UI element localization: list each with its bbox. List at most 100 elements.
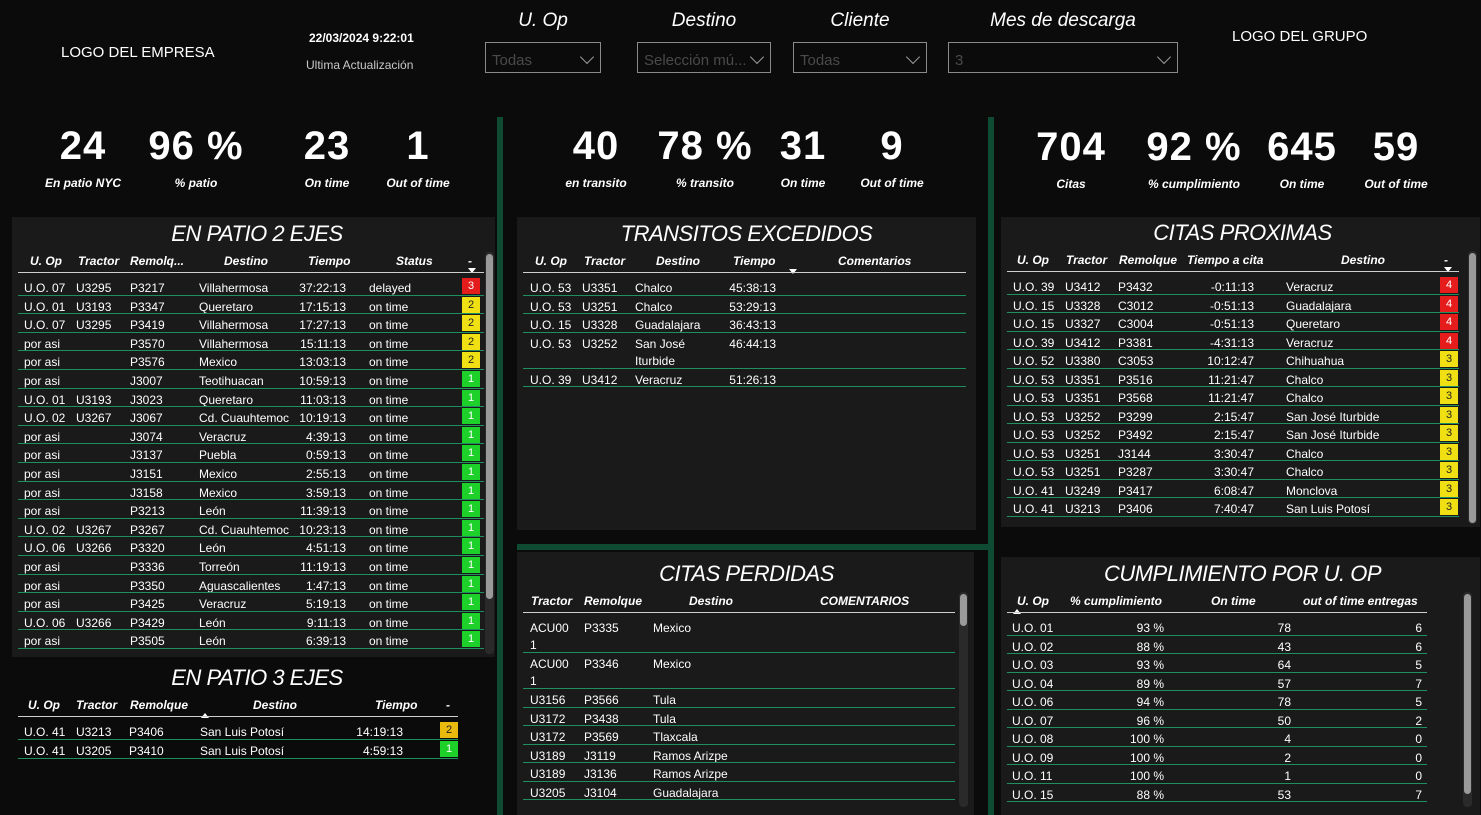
table-row[interactable]: U.O. 41 U3205 P3410 San Luis Potosí 4:59:13 1 xyxy=(18,740,458,759)
table-row[interactable]: por asi J3007 Teotihuacan 10:59:13 on time 1 xyxy=(18,370,484,389)
filter-destino-dropdown[interactable]: Selección mú... xyxy=(637,42,771,73)
table-row[interactable]: por asi P3576 Mexico 13:03:13 on time 2 xyxy=(18,351,484,370)
table-row[interactable]: U.O. 01 U3193 J3023 Queretaro 11:03:13 on tim… xyxy=(18,389,484,408)
column-header[interactable]: Destino xyxy=(689,594,733,608)
column-header[interactable]: - xyxy=(468,254,472,268)
table-row[interactable]: U3205 J3104 Guadalajara xyxy=(523,782,955,800)
column-header[interactable]: Tractor xyxy=(584,254,625,268)
table-row[interactable]: U3156 P3566 Tula xyxy=(523,689,955,708)
table-row[interactable]: U.O. 53 U3351 Chalco 45:38:13 xyxy=(523,277,966,296)
table-row[interactable]: U3172 P3569 Tlaxcala xyxy=(523,726,955,745)
table-row[interactable]: U.O. 15 U3327 C3004 -0:51:13 Queretaro 4 xyxy=(1007,313,1459,332)
column-header[interactable]: Remolque xyxy=(584,594,642,608)
column-header[interactable]: Tractor xyxy=(76,698,117,712)
table-row[interactable]: U.O. 53 U3251 P3287 3:30:47 Chalco 3 xyxy=(1007,461,1459,480)
table-row[interactable]: U.O. 03 93 % 64 5 xyxy=(1007,654,1427,673)
scrollbar-thumb[interactable] xyxy=(1464,594,1471,794)
table-row[interactable]: ACU00 1 P3335 Mexico xyxy=(523,617,955,653)
scrollbar-cumplimiento[interactable] xyxy=(1463,592,1472,807)
table-row[interactable]: U.O. 39 U3412 P3381 -4:31:13 Veracruz 4 xyxy=(1007,332,1459,350)
column-header[interactable]: Status xyxy=(396,254,433,268)
table-row[interactable]: U.O. 53 U3351 P3568 11:21:47 Chalco 3 xyxy=(1007,387,1459,406)
table-row[interactable]: U.O. 53 U3252 P3492 2:15:47 San José Iturbid… xyxy=(1007,424,1459,443)
table-row[interactable]: U.O. 41 U3213 P3406 San Luis Potosí 14:19:13… xyxy=(18,721,458,740)
column-header[interactable]: Tractor xyxy=(531,594,572,608)
column-header[interactable]: out of time entregas xyxy=(1303,594,1418,608)
scrollbar-citas-proximas[interactable] xyxy=(1468,251,1477,524)
column-header[interactable]: Tiempo xyxy=(733,254,775,268)
column-header[interactable]: Remolque xyxy=(1119,253,1177,267)
filter-uop-dropdown[interactable]: Todas xyxy=(485,42,601,73)
table-row[interactable]: por asi P3213 León 11:39:13 on time 1 xyxy=(18,500,484,519)
table-row[interactable]: por asi P3570 Villahermosa 15:11:13 on time 2 xyxy=(18,333,484,352)
column-header[interactable]: Destino xyxy=(1341,253,1385,267)
column-header[interactable]: U. Op xyxy=(30,254,62,268)
table-row[interactable]: U.O. 08 100 % 4 0 xyxy=(1007,728,1427,747)
scrollbar-thumb[interactable] xyxy=(960,594,967,626)
table-row[interactable]: por asi J3151 Mexico 2:55:13 on time 1 xyxy=(18,463,484,482)
column-header[interactable]: COMENTARIOS xyxy=(820,594,909,608)
table-row[interactable]: U.O. 06 94 % 78 5 xyxy=(1007,691,1427,710)
table-row[interactable]: U.O. 01 93 % 78 6 xyxy=(1007,617,1427,636)
table-row[interactable]: ACU00 1 P3346 Mexico xyxy=(523,653,955,689)
column-header[interactable]: Destino xyxy=(224,254,268,268)
table-row[interactable]: U.O. 39 U3412 Veracruz 51:26:13 xyxy=(523,369,966,387)
table-row[interactable]: U.O. 41 U3213 P3406 7:40:47 San Luis Potosí 3 xyxy=(1007,498,1459,517)
table-row[interactable]: U.O. 41 U3249 P3417 6:08:47 Monclova 3 xyxy=(1007,480,1459,498)
table-row[interactable]: U.O. 15 U3328 Guadalajara 36:43:13 xyxy=(523,314,966,333)
table-row[interactable]: U.O. 02 88 % 43 6 xyxy=(1007,636,1427,654)
table-row[interactable]: U.O. 09 100 % 2 0 xyxy=(1007,747,1427,765)
table-row[interactable]: U.O. 07 96 % 50 2 xyxy=(1007,710,1427,728)
column-header[interactable]: Destino xyxy=(656,254,700,268)
table-row[interactable]: U.O. 04 89 % 57 7 xyxy=(1007,673,1427,691)
column-header[interactable]: U. Op xyxy=(1017,594,1049,608)
column-header[interactable]: Comentarios xyxy=(838,254,911,268)
table-row[interactable]: por asi J3137 Puebla 0:59:13 on time 1 xyxy=(18,444,484,463)
scrollbar-citas-perdidas[interactable] xyxy=(959,592,968,807)
table-row[interactable]: U.O. 15 88 % 53 7 xyxy=(1007,784,1427,802)
table-row[interactable]: U3172 P3438 Tula xyxy=(523,708,955,726)
table-row[interactable]: U3189 J3136 Ramos Arizpe xyxy=(523,763,955,782)
scrollbar-thumb[interactable] xyxy=(1469,253,1476,523)
table-row[interactable]: por asi P3505 León 6:39:13 on time 1 xyxy=(18,630,484,649)
table-row[interactable]: por asi J3074 Veracruz 4:39:13 on time 1 xyxy=(18,426,484,445)
column-header[interactable]: Tiempo a cita xyxy=(1187,253,1263,267)
table-row[interactable]: U.O. 39 U3412 P3432 -0:11:13 Veracruz 4 xyxy=(1007,276,1459,295)
column-header[interactable]: U. Op xyxy=(28,698,60,712)
column-header[interactable]: - xyxy=(446,698,450,712)
table-row[interactable]: por asi P3350 Aguascalientes 1:47:13 on time… xyxy=(18,575,484,594)
column-header[interactable]: - xyxy=(1444,253,1448,267)
filter-cliente-dropdown[interactable]: Todas xyxy=(793,42,927,73)
table-row[interactable]: por asi J3158 Mexico 3:59:13 on time 1 xyxy=(18,482,484,501)
table-row[interactable]: U.O. 06 U3266 P3320 León 4:51:13 on time 1 xyxy=(18,537,484,556)
filter-mes-dropdown[interactable]: 3 xyxy=(948,42,1178,73)
table-row[interactable]: por asi P3336 Torreón 11:19:13 on time 1 xyxy=(18,556,484,575)
table-row[interactable]: U.O. 01 U3193 P3347 Queretaro 17:15:13 on tim… xyxy=(18,296,484,315)
column-header[interactable]: Tractor xyxy=(1066,253,1107,267)
table-row[interactable]: U.O. 07 U3295 P3217 Villahermosa 37:22:13 del… xyxy=(18,277,484,296)
column-header[interactable]: Tiempo xyxy=(308,254,350,268)
column-header[interactable]: U. Op xyxy=(1017,253,1049,267)
table-row[interactable]: U.O. 06 U3266 P3429 León 9:11:13 on time 1 xyxy=(18,612,484,631)
column-header[interactable]: Remolque xyxy=(130,698,188,712)
scrollbar-patio2[interactable] xyxy=(485,252,494,654)
table-row[interactable]: U.O. 02 U3267 J3067 Cd. Cuauhtemoc 10:19:13 o… xyxy=(18,407,484,426)
table-row[interactable]: U.O. 52 U3380 C3053 10:12:47 Chihuahua 3 xyxy=(1007,350,1459,369)
scrollbar-thumb[interactable] xyxy=(486,254,493,599)
table-row[interactable]: U.O. 07 U3295 P3419 Villahermosa 17:27:13 on … xyxy=(18,314,484,333)
table-row[interactable]: U.O. 53 U3351 P3516 11:21:47 Chalco 3 xyxy=(1007,369,1459,387)
table-row[interactable]: U3189 J3119 Ramos Arizpe xyxy=(523,745,955,763)
column-header[interactable]: Tiempo xyxy=(375,698,417,712)
column-header[interactable]: % cumplimiento xyxy=(1070,594,1162,608)
table-row[interactable]: U.O. 11 100 % 1 0 xyxy=(1007,765,1427,784)
table-row[interactable]: U.O. 53 U3252 P3299 2:15:47 San José Iturbid… xyxy=(1007,406,1459,424)
column-header[interactable]: Tractor xyxy=(78,254,119,268)
table-row[interactable]: U.O. 53 U3251 Chalco 53:29:13 xyxy=(523,296,966,314)
table-row[interactable]: U.O. 15 U3328 C3012 -0:51:13 Guadalajara 4 xyxy=(1007,295,1459,313)
column-header[interactable]: Destino xyxy=(253,698,297,712)
column-header[interactable]: On time xyxy=(1211,594,1256,608)
column-header[interactable]: U. Op xyxy=(535,254,567,268)
table-row[interactable]: U.O. 53 U3251 J3144 3:30:47 Chalco 3 xyxy=(1007,443,1459,461)
column-header[interactable]: Remolq... xyxy=(130,254,184,268)
table-row[interactable]: por asi P3425 Veracruz 5:19:13 on time 1 xyxy=(18,593,484,612)
